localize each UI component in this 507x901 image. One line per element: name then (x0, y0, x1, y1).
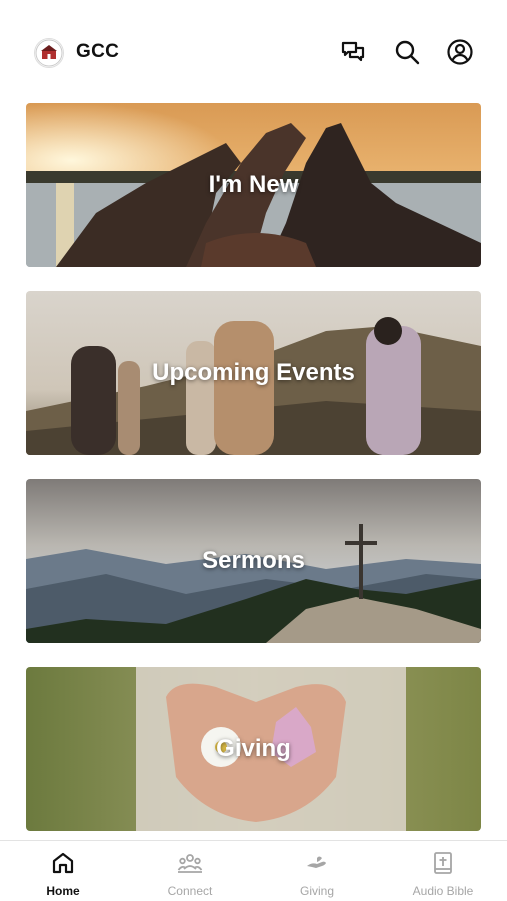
tab-audio-bible[interactable]: Audio Bible (380, 841, 506, 901)
tab-connect[interactable]: Connect (127, 841, 253, 901)
card-label: I'm New (208, 171, 299, 198)
card-giving[interactable]: Giving (26, 667, 481, 831)
search-icon[interactable] (393, 38, 421, 66)
bible-icon (434, 852, 452, 874)
tab-giving[interactable]: Giving (254, 841, 380, 901)
tab-label: Connect (167, 884, 213, 898)
account-icon[interactable] (446, 38, 474, 66)
card-label: Giving (216, 735, 291, 762)
card-upcoming-events[interactable]: Upcoming Events (26, 291, 481, 455)
church-logo-icon[interactable] (34, 38, 64, 68)
tab-home[interactable]: Home (0, 841, 126, 901)
card-sermons[interactable]: Sermons (26, 479, 481, 643)
card-im-new[interactable]: I'm New (26, 103, 481, 267)
top-header: GCC (0, 22, 507, 82)
app-title: GCC (76, 41, 120, 62)
giving-hand-icon (307, 856, 326, 868)
bottom-tab-bar: Home Connect Giving Audio Bible (0, 840, 507, 901)
group-icon (177, 854, 203, 873)
chat-icon[interactable] (339, 38, 367, 66)
card-label: Sermons (202, 547, 305, 574)
home-icon (52, 852, 74, 874)
tab-label: Audio Bible (412, 884, 474, 898)
card-label: Upcoming Events (152, 359, 355, 386)
tab-label: Giving (299, 884, 334, 898)
tab-label: Home (46, 884, 80, 898)
